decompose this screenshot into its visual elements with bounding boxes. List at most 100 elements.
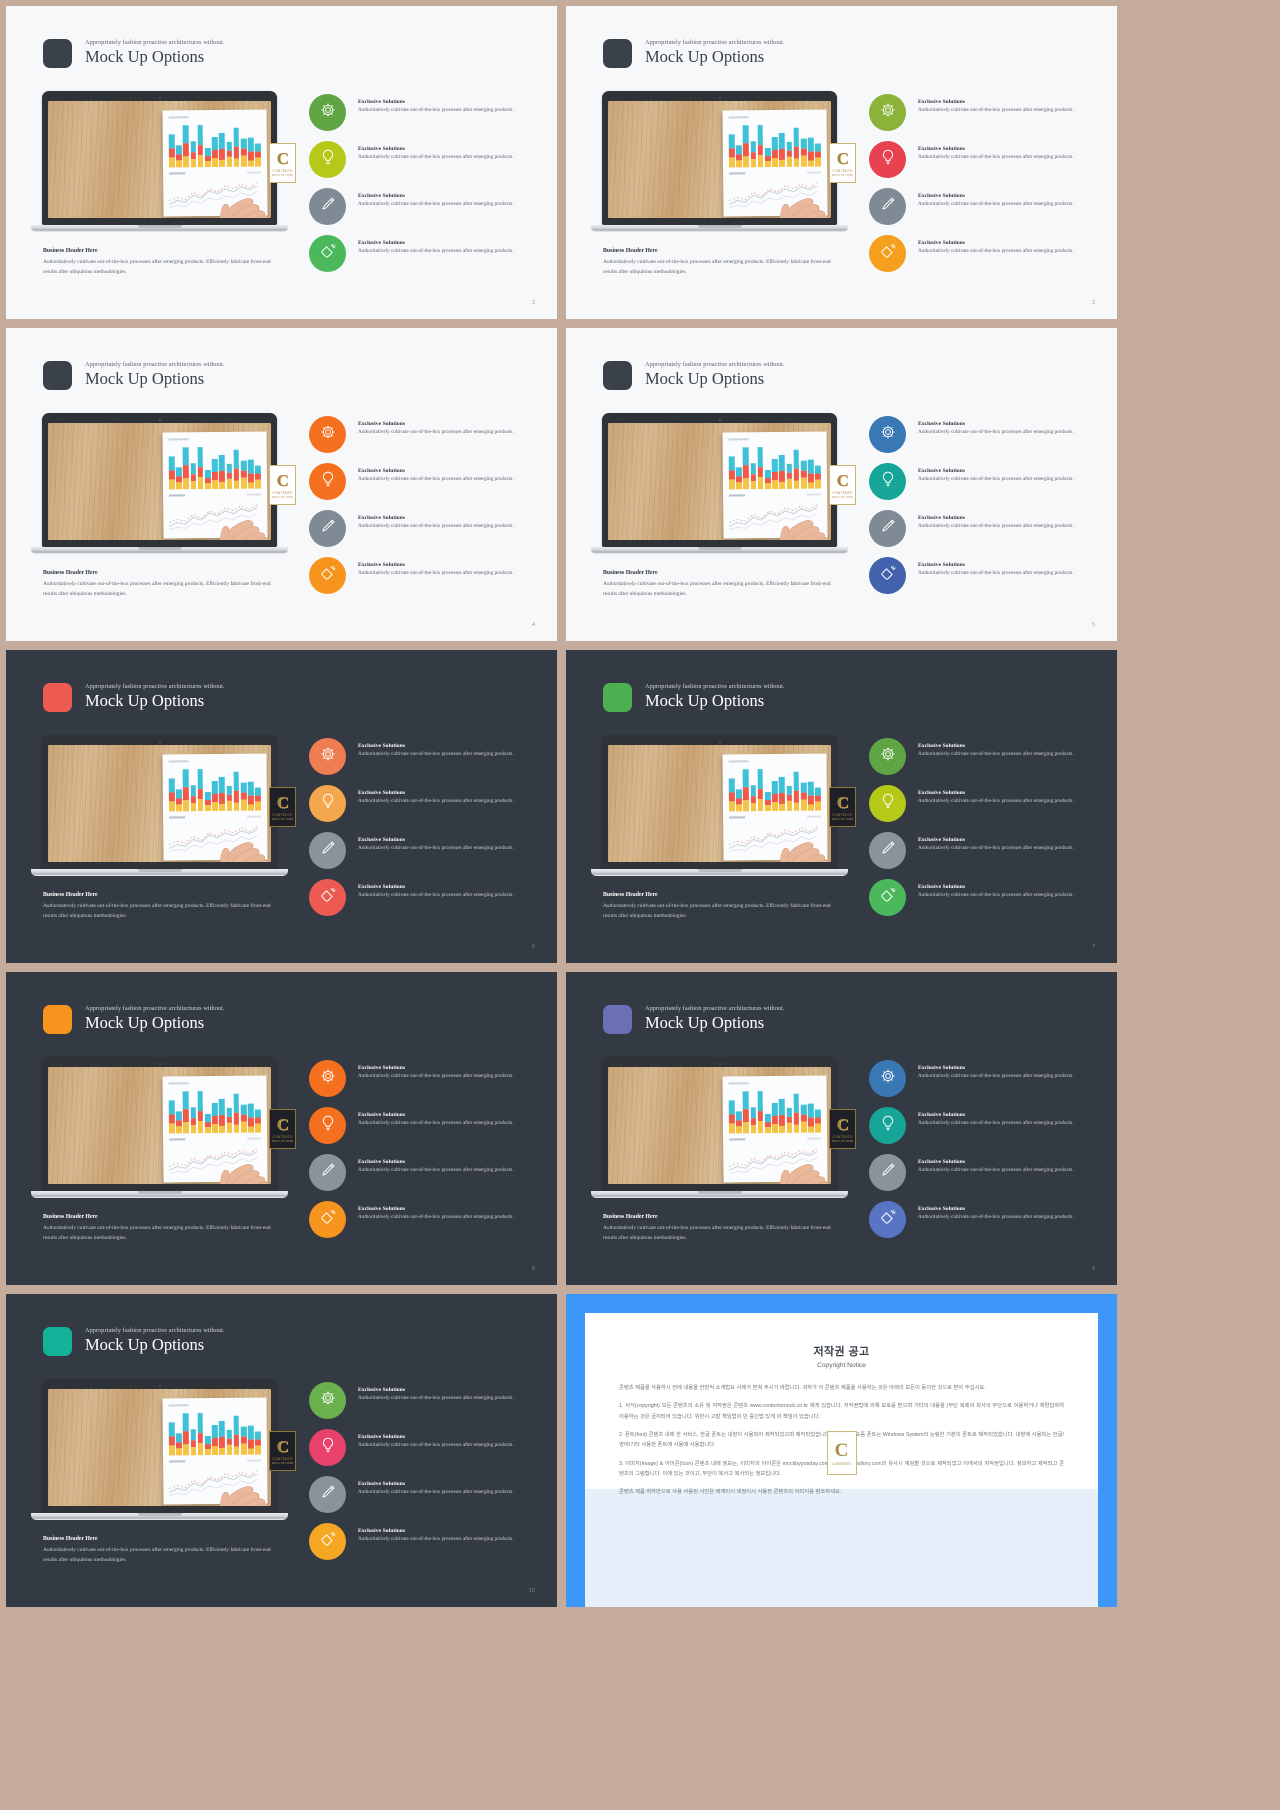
feature-icon-circle[interactable] bbox=[309, 557, 346, 594]
feature-item[interactable]: Exclusive Solutions Authoritatively culti… bbox=[869, 463, 1099, 500]
slide-thumbnail[interactable]: Appropriately fashion proactive architec… bbox=[566, 6, 1117, 319]
feature-icon-circle[interactable] bbox=[309, 785, 346, 822]
feature-item[interactable]: Exclusive Solutions Authoritatively culti… bbox=[309, 94, 539, 131]
feature-item[interactable]: Exclusive Solutions Authoritatively culti… bbox=[869, 416, 1099, 453]
feature-icon-circle[interactable] bbox=[869, 463, 906, 500]
slide-thumbnail[interactable]: Appropriately fashion proactive architec… bbox=[6, 6, 557, 319]
business-description: Authoritatively cultivate out-of-the-box… bbox=[603, 259, 831, 276]
feature-icon-circle[interactable] bbox=[869, 1154, 906, 1191]
feature-item[interactable]: Exclusive Solutions Authoritatively culti… bbox=[309, 785, 539, 822]
feature-icon-circle[interactable] bbox=[309, 832, 346, 869]
feature-icon-circle[interactable] bbox=[869, 557, 906, 594]
feature-icon-circle[interactable] bbox=[309, 235, 346, 272]
webcam-icon bbox=[718, 97, 721, 99]
slide-thumbnail[interactable]: Appropriately fashion proactive architec… bbox=[6, 328, 557, 641]
feature-item[interactable]: Exclusive Solutions Authoritatively culti… bbox=[309, 832, 539, 869]
business-description: Authoritatively cultivate out-of-the-box… bbox=[43, 1547, 271, 1564]
feature-item[interactable]: Exclusive Solutions Authoritatively culti… bbox=[869, 141, 1099, 178]
feature-icon-circle[interactable] bbox=[869, 1201, 906, 1238]
business-description: Authoritatively cultivate out-of-the-box… bbox=[43, 903, 271, 920]
slide-thumbnail[interactable]: Appropriately fashion proactive architec… bbox=[6, 650, 557, 963]
feature-description: Authoritatively cultivate out-of-the-box… bbox=[358, 1395, 514, 1402]
feature-icon-circle[interactable] bbox=[309, 1523, 346, 1560]
feature-item[interactable]: Exclusive Solutions Authoritatively culti… bbox=[869, 785, 1099, 822]
feature-item[interactable]: Exclusive Solutions Authoritatively culti… bbox=[309, 1154, 539, 1191]
feature-item[interactable]: Exclusive Solutions Authoritatively culti… bbox=[309, 879, 539, 916]
feature-title: Exclusive Solutions bbox=[918, 193, 966, 199]
slide-thumbnail[interactable]: Appropriately fashion proactive architec… bbox=[6, 972, 557, 1285]
feature-item[interactable]: Exclusive Solutions Authoritatively culti… bbox=[309, 1382, 539, 1419]
feature-description: Authoritatively cultivate out-of-the-box… bbox=[918, 248, 1074, 255]
feature-icon-circle[interactable] bbox=[309, 1107, 346, 1144]
feature-icon-circle[interactable] bbox=[869, 510, 906, 547]
chart-bar bbox=[168, 1100, 175, 1134]
chart-bar bbox=[226, 785, 233, 811]
slide-title: Mock Up Options bbox=[85, 1012, 205, 1032]
feature-item[interactable]: Exclusive Solutions Authoritatively culti… bbox=[309, 1107, 539, 1144]
feature-icon-circle[interactable] bbox=[309, 1382, 346, 1419]
feature-icon-circle[interactable] bbox=[309, 416, 346, 453]
feature-item[interactable]: Exclusive Solutions Authoritatively culti… bbox=[309, 1201, 539, 1238]
feature-icon-circle[interactable] bbox=[309, 141, 346, 178]
feature-item[interactable]: Exclusive Solutions Authoritatively culti… bbox=[869, 1154, 1099, 1191]
feature-icon-circle[interactable] bbox=[869, 416, 906, 453]
feature-icon-circle[interactable] bbox=[309, 738, 346, 775]
feature-item[interactable]: Exclusive Solutions Authoritatively culti… bbox=[309, 1429, 539, 1466]
feature-item[interactable]: Exclusive Solutions Authoritatively culti… bbox=[309, 141, 539, 178]
feature-icon-circle[interactable] bbox=[869, 738, 906, 775]
feature-icon-circle[interactable] bbox=[309, 1476, 346, 1513]
feature-icon-circle[interactable] bbox=[869, 235, 906, 272]
copyright-slide[interactable]: 저작권 공고 Copyright Notice 콘텐츠 제품을 사용하시 전에 내용… bbox=[566, 1294, 1117, 1607]
feature-item[interactable]: Exclusive Solutions Authoritatively culti… bbox=[309, 1060, 539, 1097]
feature-icon-circle[interactable] bbox=[309, 1154, 346, 1191]
feature-icon-circle[interactable] bbox=[869, 94, 906, 131]
feature-item[interactable]: Exclusive Solutions Authoritatively culti… bbox=[309, 510, 539, 547]
feature-item[interactable]: Exclusive Solutions Authoritatively culti… bbox=[309, 416, 539, 453]
slide-thumbnail[interactable]: Appropriately fashion proactive architec… bbox=[6, 1294, 557, 1607]
feature-icon-circle[interactable] bbox=[309, 94, 346, 131]
feature-item[interactable]: Exclusive Solutions Authoritatively culti… bbox=[869, 879, 1099, 916]
feature-item[interactable]: Exclusive Solutions Authoritatively culti… bbox=[869, 832, 1099, 869]
feature-icon-circle[interactable] bbox=[309, 1429, 346, 1466]
feature-icon-circle[interactable] bbox=[869, 141, 906, 178]
feature-icon-circle[interactable] bbox=[309, 510, 346, 547]
feature-icon-circle[interactable] bbox=[309, 463, 346, 500]
slide-thumbnail[interactable]: Appropriately fashion proactive architec… bbox=[566, 328, 1117, 641]
feature-icon-circle[interactable] bbox=[309, 879, 346, 916]
feature-item[interactable]: Exclusive Solutions Authoritatively culti… bbox=[309, 235, 539, 272]
logo-letter: C bbox=[836, 792, 849, 812]
feature-item[interactable]: Exclusive Solutions Authoritatively culti… bbox=[869, 738, 1099, 775]
feature-icon-circle[interactable] bbox=[869, 785, 906, 822]
feature-icon-circle[interactable] bbox=[869, 832, 906, 869]
chart-bar bbox=[736, 145, 742, 168]
feature-item[interactable]: Exclusive Solutions Authoritatively culti… bbox=[869, 1107, 1099, 1144]
feature-item[interactable]: Exclusive Solutions Authoritatively culti… bbox=[309, 557, 539, 594]
feature-item[interactable]: Exclusive Solutions Authoritatively culti… bbox=[869, 94, 1099, 131]
feature-item[interactable]: Exclusive Solutions Authoritatively culti… bbox=[309, 738, 539, 775]
feature-icon-circle[interactable] bbox=[309, 1201, 346, 1238]
contents-watermark-logo: C CONTENTS bbox=[826, 1431, 857, 1475]
feature-item[interactable]: Exclusive Solutions Authoritatively culti… bbox=[869, 1060, 1099, 1097]
feature-item[interactable]: Exclusive Solutions Authoritatively culti… bbox=[309, 1476, 539, 1513]
feature-item[interactable]: Exclusive Solutions Authoritatively culti… bbox=[309, 463, 539, 500]
chart-bar bbox=[176, 1433, 182, 1456]
feature-icon-circle[interactable] bbox=[869, 1107, 906, 1144]
feature-description: Authoritatively cultivate out-of-the-box… bbox=[918, 201, 1074, 208]
page-number: 7 bbox=[1091, 944, 1095, 950]
feature-icon-circle[interactable] bbox=[309, 188, 346, 225]
slide-thumbnail[interactable]: Appropriately fashion proactive architec… bbox=[566, 650, 1117, 963]
feature-icon-circle[interactable] bbox=[869, 1060, 906, 1097]
feature-item[interactable]: Exclusive Solutions Authoritatively culti… bbox=[309, 188, 539, 225]
feature-item[interactable]: Exclusive Solutions Authoritatively culti… bbox=[869, 510, 1099, 547]
chart-bar bbox=[197, 769, 204, 812]
feature-item[interactable]: Exclusive Solutions Authoritatively culti… bbox=[869, 188, 1099, 225]
feature-icon-circle[interactable] bbox=[869, 879, 906, 916]
feature-icon-circle[interactable] bbox=[309, 1060, 346, 1097]
feature-icon-circle[interactable] bbox=[869, 188, 906, 225]
feature-item[interactable]: Exclusive Solutions Authoritatively culti… bbox=[869, 557, 1099, 594]
business-block: Business Header Here Authoritatively cult… bbox=[603, 892, 846, 921]
slide-thumbnail[interactable]: Appropriately fashion proactive architec… bbox=[566, 972, 1117, 1285]
feature-item[interactable]: Exclusive Solutions Authoritatively culti… bbox=[869, 1201, 1099, 1238]
feature-item[interactable]: Exclusive Solutions Authoritatively culti… bbox=[309, 1523, 539, 1560]
feature-item[interactable]: Exclusive Solutions Authoritatively culti… bbox=[869, 235, 1099, 272]
